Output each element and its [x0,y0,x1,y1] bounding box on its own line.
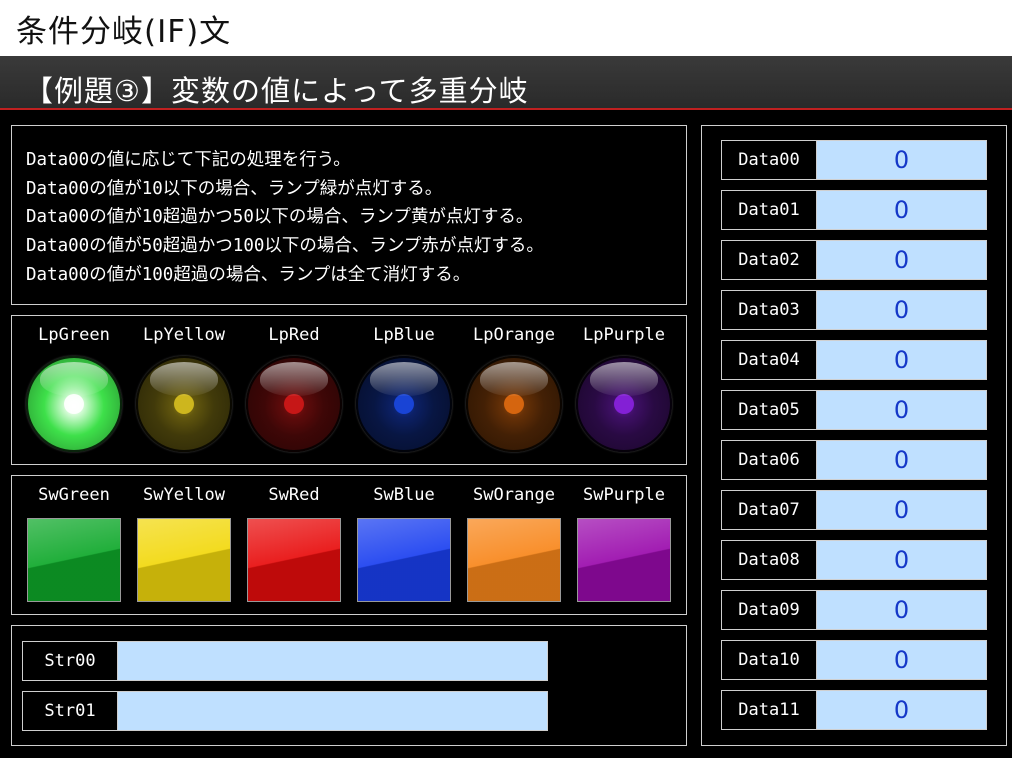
data-label: Data10 [721,640,817,680]
switch-label: SwYellow [143,485,225,505]
lamp-orange-cell: LpOrange [459,322,569,452]
data-label: Data08 [721,540,817,580]
data-value-data07[interactable]: 0 [817,490,987,530]
switch-orange-button[interactable] [467,518,561,602]
lamp-yellow [136,356,232,452]
data-value-data09[interactable]: 0 [817,590,987,630]
data-label: Data03 [721,290,817,330]
example-title: 【例題③】変数の値によって多重分岐 [24,74,529,108]
data-value-data04[interactable]: 0 [817,340,987,380]
switch-orange-cell: SwOrange [459,482,569,602]
switch-label: SwPurple [583,485,665,505]
lamp-green [26,356,122,452]
lamp-yellow-cell: LpYellow [129,322,239,452]
switch-yellow-button[interactable] [137,518,231,602]
data-label: Data04 [721,340,817,380]
data-label: Data05 [721,390,817,430]
description-line: Data00の値が10超過かつ50以下の場合、ランプ黄が点灯する。 [26,207,534,228]
data-label: Data07 [721,490,817,530]
data-panel: Data00 0 Data01 0 Data02 0 Data03 0 Data… [701,125,1007,746]
switch-label: SwBlue [373,485,435,505]
data-row-data01: Data01 0 [721,190,987,230]
switch-blue-cell: SwBlue [349,482,459,602]
subtitle-bar: 【例題③】変数の値によって多重分岐 [0,56,1012,110]
lamp-panel: LpGreen LpYellow LpRed LpBlue LpOrange L… [11,315,687,465]
data-value-data05[interactable]: 0 [817,390,987,430]
data-row-data11: Data11 0 [721,690,987,730]
lamp-label: LpPurple [583,325,665,345]
description-line: Data00の値に応じて下記の処理を行う。 [26,150,351,170]
data-row-data04: Data04 0 [721,340,987,380]
data-value-data08[interactable]: 0 [817,540,987,580]
switch-red-button[interactable] [247,518,341,602]
page-title: 条件分岐(IF)文 [16,14,232,50]
lamp-label: LpYellow [143,325,225,345]
data-label: Data06 [721,440,817,480]
string-label: Str01 [22,691,118,731]
switch-blue-button[interactable] [357,518,451,602]
lamp-red [246,356,342,452]
lamp-purple [576,356,672,452]
data-label: Data11 [721,690,817,730]
lamp-blue [356,356,452,452]
description-line: Data00の値が50超過かつ100以下の場合、ランプ赤が点灯する。 [26,236,544,257]
data-value-data06[interactable]: 0 [817,440,987,480]
data-row-data09: Data09 0 [721,590,987,630]
lamp-purple-cell: LpPurple [569,322,679,452]
lamp-label: LpRed [268,325,320,345]
lamp-blue-cell: LpBlue [349,322,459,452]
lamp-red-cell: LpRed [239,322,349,452]
data-value-data00[interactable]: 0 [817,140,987,180]
data-value-data10[interactable]: 0 [817,640,987,680]
lamp-green-cell: LpGreen [19,322,129,452]
data-label: Data01 [721,190,817,230]
data-row-data10: Data10 0 [721,640,987,680]
string-input-str00[interactable] [118,641,548,681]
lamp-label: LpBlue [373,325,435,345]
data-row-data05: Data05 0 [721,390,987,430]
data-row-data06: Data06 0 [721,440,987,480]
data-row-data07: Data07 0 [721,490,987,530]
string-row-str00: Str00 [22,641,548,681]
switch-panel: SwGreen SwYellow SwRed SwBlue SwOrange S… [11,475,687,615]
description-line: Data00の値が100超過の場合、ランプは全て消灯する。 [26,264,471,285]
description-line: Data00の値が10以下の場合、ランプ緑が点灯する。 [26,178,443,199]
lamp-label: LpGreen [38,325,110,345]
string-panel: Str00 Str01 [11,625,687,746]
switch-green-cell: SwGreen [19,482,129,602]
data-value-data03[interactable]: 0 [817,290,987,330]
switch-red-cell: SwRed [239,482,349,602]
data-row-data03: Data03 0 [721,290,987,330]
string-input-str01[interactable] [118,691,548,731]
data-label: Data09 [721,590,817,630]
string-row-str01: Str01 [22,691,548,731]
switch-label: SwOrange [473,485,555,505]
switch-label: SwRed [268,485,320,505]
switch-yellow-cell: SwYellow [129,482,239,602]
title-bar: 条件分岐(IF)文 [0,0,1012,56]
string-label: Str00 [22,641,118,681]
switch-green-button[interactable] [27,518,121,602]
data-label: Data02 [721,240,817,280]
data-row-data00: Data00 0 [721,140,987,180]
switch-purple-cell: SwPurple [569,482,679,602]
data-value-data01[interactable]: 0 [817,190,987,230]
data-value-data02[interactable]: 0 [817,240,987,280]
data-row-data08: Data08 0 [721,540,987,580]
switch-label: SwGreen [38,485,110,505]
data-label: Data00 [721,140,817,180]
description-panel: Data00の値に応じて下記の処理を行う。 Data00の値が10以下の場合、ラ… [11,125,687,305]
lamp-label: LpOrange [473,325,555,345]
data-row-data02: Data02 0 [721,240,987,280]
data-value-data11[interactable]: 0 [817,690,987,730]
lamp-orange [466,356,562,452]
switch-purple-button[interactable] [577,518,671,602]
